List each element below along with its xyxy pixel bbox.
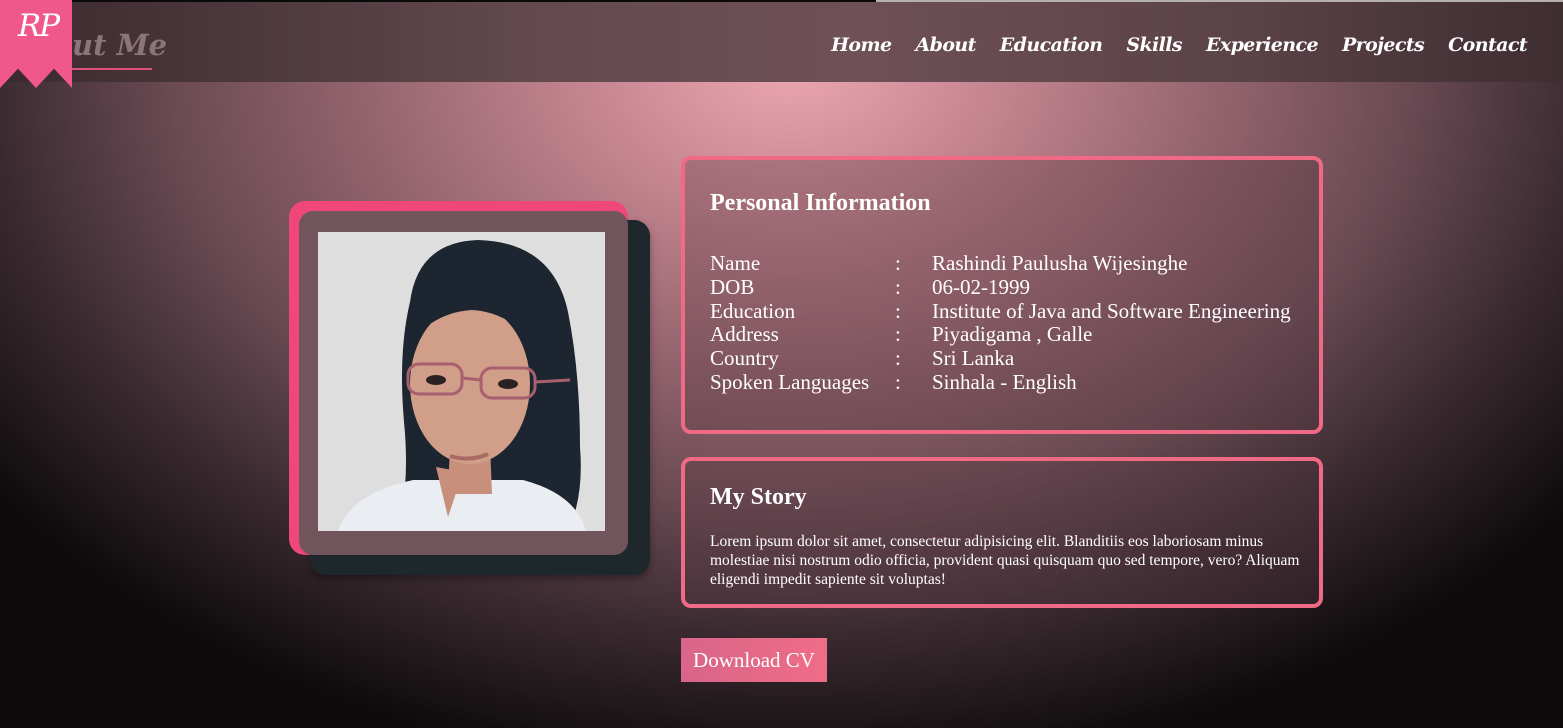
info-row-education: Education : Institute of Java and Softwa…	[710, 298, 1291, 324]
nav-about[interactable]: About	[916, 34, 977, 56]
info-row-languages: Spoken Languages : Sinhala - English	[710, 369, 1291, 395]
info-value: Institute of Java and Software Engineeri…	[932, 298, 1291, 323]
info-value: Piyadigama , Galle	[932, 322, 1093, 347]
nav-contact[interactable]: Contact	[1448, 34, 1527, 56]
personal-info-card: Personal Information Name : Rashindi Pau…	[681, 156, 1323, 434]
info-label: Country	[710, 346, 779, 371]
my-story-title: My Story	[710, 484, 807, 510]
nav-home[interactable]: Home	[831, 34, 892, 56]
profile-photo	[318, 232, 605, 531]
info-label: Address	[710, 322, 779, 347]
my-story-text: Lorem ipsum dolor sit amet, consectetur …	[710, 533, 1300, 588]
info-row-country: Country : Sri Lanka	[710, 346, 1291, 371]
nav-education[interactable]: Education	[1000, 34, 1103, 56]
info-label: DOB	[710, 274, 755, 299]
page-title-underline	[72, 68, 152, 70]
info-separator: :	[895, 274, 901, 299]
info-row-dob: DOB : 06-02-1999	[710, 274, 1291, 300]
info-value: Sri Lanka	[932, 346, 1015, 371]
info-value: 06-02-1999	[932, 274, 1030, 299]
logo[interactable]: RP	[2, 8, 74, 44]
info-separator: :	[895, 251, 901, 275]
info-label: Education	[710, 298, 796, 323]
my-story-card: My Story Lorem ipsum dolor sit amet, con…	[681, 457, 1323, 608]
info-label: Name	[710, 251, 761, 275]
info-separator: :	[895, 346, 901, 371]
nav-menu: Home About Education Skills Experience P…	[831, 34, 1528, 56]
page-title: ut Me	[72, 28, 168, 62]
info-row-name: Name : Rashindi Paulusha Wijesinghe	[710, 251, 1291, 276]
personal-info-table: Name : Rashindi Paulusha Wijesinghe DOB …	[710, 251, 1291, 395]
nav-skills[interactable]: Skills	[1126, 34, 1182, 56]
info-separator: :	[895, 322, 901, 347]
personal-info-title: Personal Information	[710, 190, 931, 216]
info-row-address: Address : Piyadigama , Galle	[710, 323, 1291, 347]
info-separator: :	[895, 369, 901, 394]
nav-projects[interactable]: Projects	[1342, 34, 1425, 56]
nav-experience[interactable]: Experience	[1206, 34, 1319, 56]
navbar: ut Me Home About Education Skills Experi…	[0, 2, 1563, 82]
info-label: Spoken Languages	[710, 369, 870, 394]
info-value: Rashindi Paulusha Wijesinghe	[932, 251, 1188, 275]
info-separator: :	[895, 298, 901, 323]
download-cv-button[interactable]: Download CV	[681, 638, 827, 682]
info-value: Sinhala - English	[932, 369, 1077, 394]
